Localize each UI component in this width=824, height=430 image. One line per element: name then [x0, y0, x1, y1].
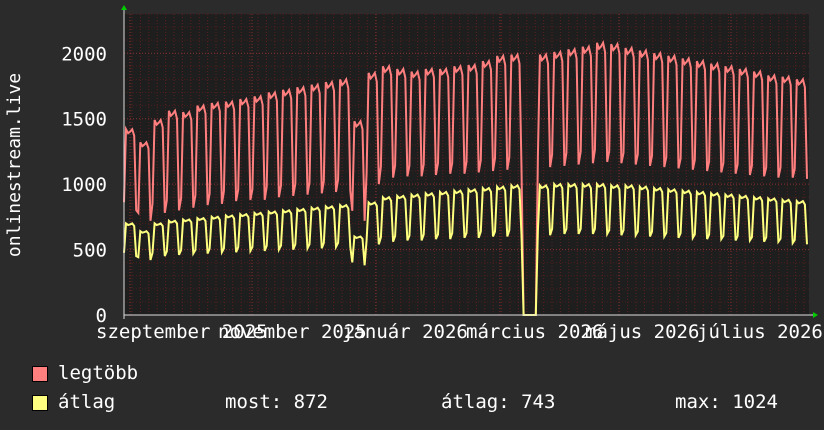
legend-label-max: legtöbb — [58, 362, 139, 384]
stat-now: most: 872 — [225, 391, 328, 413]
x-tick-label: május 2026 — [585, 321, 699, 343]
stat-max: max: 1024 — [675, 391, 778, 413]
legend-label-avg: átlag — [58, 391, 116, 413]
y-tick-label: 500 — [73, 240, 107, 262]
legend-swatch-avg — [32, 395, 48, 411]
x-tick-label: július 2026 — [697, 321, 823, 343]
y-tick-label: 1500 — [61, 109, 107, 131]
x-tick-label: január 2026 — [342, 321, 468, 343]
x-tick-label: március 2026 — [466, 321, 603, 343]
x-axis-arrow — [813, 312, 818, 318]
y-tick-label: 2000 — [61, 43, 107, 65]
y-axis-label: onlinestream.live — [4, 73, 25, 257]
traffic-chart: szeptember 2025november 2025január 2026m… — [4, 5, 823, 343]
y-tick-label: 1000 — [61, 174, 107, 196]
y-tick-label: 0 — [96, 305, 107, 327]
stat-average: átlag: 743 — [441, 391, 556, 413]
legend-swatch-max — [32, 366, 48, 382]
y-axis-arrow — [121, 5, 127, 10]
